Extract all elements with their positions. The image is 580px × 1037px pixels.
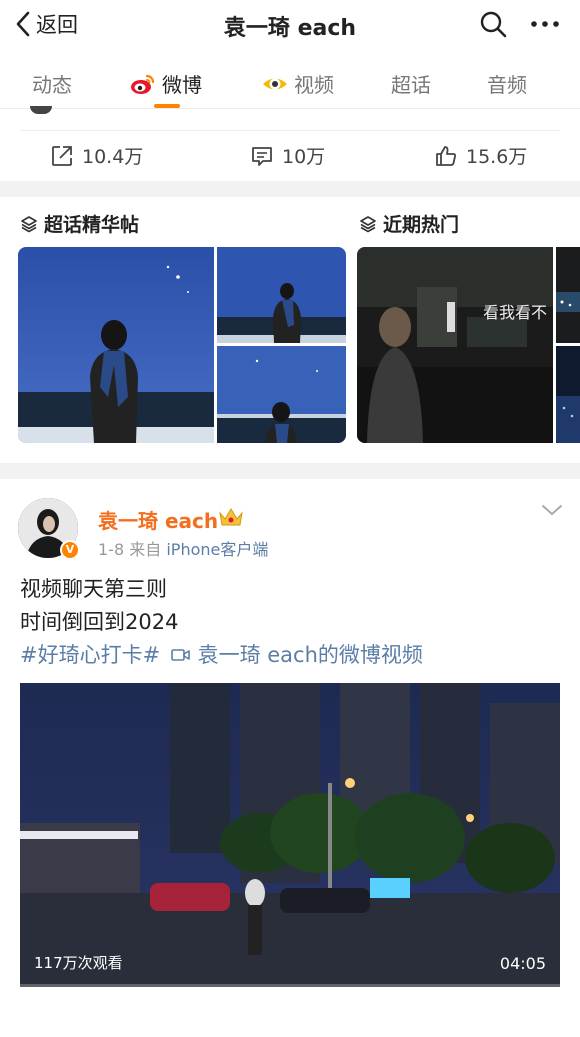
comment-icon — [252, 146, 272, 166]
layers-icon — [360, 215, 376, 232]
verified-badge: V — [60, 540, 80, 560]
search-icon[interactable] — [479, 10, 507, 38]
share-icon — [52, 145, 72, 166]
post-actions: 10.4万 10万 15.6万 — [0, 136, 580, 176]
like-button[interactable]: 15.6万 — [434, 142, 527, 169]
post-source[interactable]: iPhone客户端 — [166, 540, 268, 559]
featured-photo-top-right[interactable] — [217, 247, 346, 343]
video-caption-text: 看我看不 — [483, 303, 548, 322]
scrolled-avatar-edge — [30, 106, 52, 114]
comment-button[interactable]: 10万 — [250, 142, 325, 169]
tab-dynamic[interactable]: 动态 — [32, 69, 72, 98]
tab-label: 微博 — [162, 73, 202, 97]
video-thumbnail — [20, 683, 560, 987]
thumbs-up-icon — [436, 145, 456, 166]
video-link[interactable]: 袁一琦 each的微博视频 — [171, 643, 423, 667]
post-text-line: 视频聊天第三则 — [20, 577, 167, 601]
section-title: 近期热门 — [383, 214, 460, 236]
like-count: 15.6万 — [466, 146, 528, 168]
source-prefix: 来自 — [129, 540, 162, 559]
layers-icon — [21, 215, 37, 232]
video-camera-icon — [171, 649, 190, 661]
trending-header[interactable]: 近期热门 — [359, 210, 459, 237]
post-text-line: 时间倒回到2024 — [20, 610, 179, 634]
video-duration: 04:05 — [499, 954, 546, 973]
trending-photo-main[interactable]: 看我看不 — [357, 247, 553, 443]
video-views: 117万次观看 — [34, 954, 123, 972]
share-button[interactable]: 10.4万 — [50, 142, 143, 169]
featured-photo-main[interactable] — [18, 247, 214, 443]
crown-icon — [219, 508, 243, 526]
chevron-down-icon[interactable] — [541, 503, 563, 517]
share-count: 10.4万 — [82, 146, 144, 168]
top-navigation-bar: 返回 袁一琦 each — [0, 0, 580, 48]
post-date: 1-8 — [98, 540, 125, 559]
tab-super-topic[interactable]: 超话 — [391, 69, 431, 98]
trending-photo-bottom-right[interactable] — [556, 346, 580, 443]
comment-count: 10万 — [282, 146, 326, 168]
divider — [0, 108, 580, 109]
video-progress-bar[interactable] — [20, 984, 560, 987]
hashtag-link[interactable]: #好琦心打卡# — [20, 643, 160, 667]
section-separator — [0, 181, 580, 197]
tab-label: 音频 — [487, 73, 527, 97]
weibo-logo-icon — [131, 74, 155, 94]
video-link-label: 袁一琦 each的微博视频 — [197, 643, 423, 667]
tab-label: 动态 — [32, 73, 72, 97]
trending-photo-top-right[interactable] — [556, 247, 580, 343]
post-links: #好琦心打卡# 袁一琦 each的微博视频 — [20, 639, 423, 669]
post-meta: 1-8 来自 iPhone客户端 — [98, 536, 268, 560]
profile-tabs: 动态 微博 视频 超话 音频 — [0, 55, 580, 109]
video-player[interactable]: 117万次观看 04:05 — [20, 683, 560, 987]
video-eye-icon — [263, 78, 287, 89]
more-icon[interactable] — [530, 10, 560, 38]
tab-audio[interactable]: 音频 — [487, 69, 527, 98]
post-username[interactable]: 袁一琦 each — [98, 505, 218, 534]
tab-video[interactable]: 视频 — [262, 69, 334, 98]
tab-label: 超话 — [391, 73, 431, 97]
tab-label: 视频 — [294, 73, 334, 97]
section-title: 超话精华帖 — [44, 214, 140, 236]
section-separator — [0, 463, 580, 479]
tab-weibo[interactable]: 微博 — [130, 69, 202, 98]
divider — [20, 130, 560, 131]
featured-photo-bottom-right[interactable] — [217, 346, 346, 443]
featured-posts-header[interactable]: 超话精华帖 — [20, 210, 139, 237]
